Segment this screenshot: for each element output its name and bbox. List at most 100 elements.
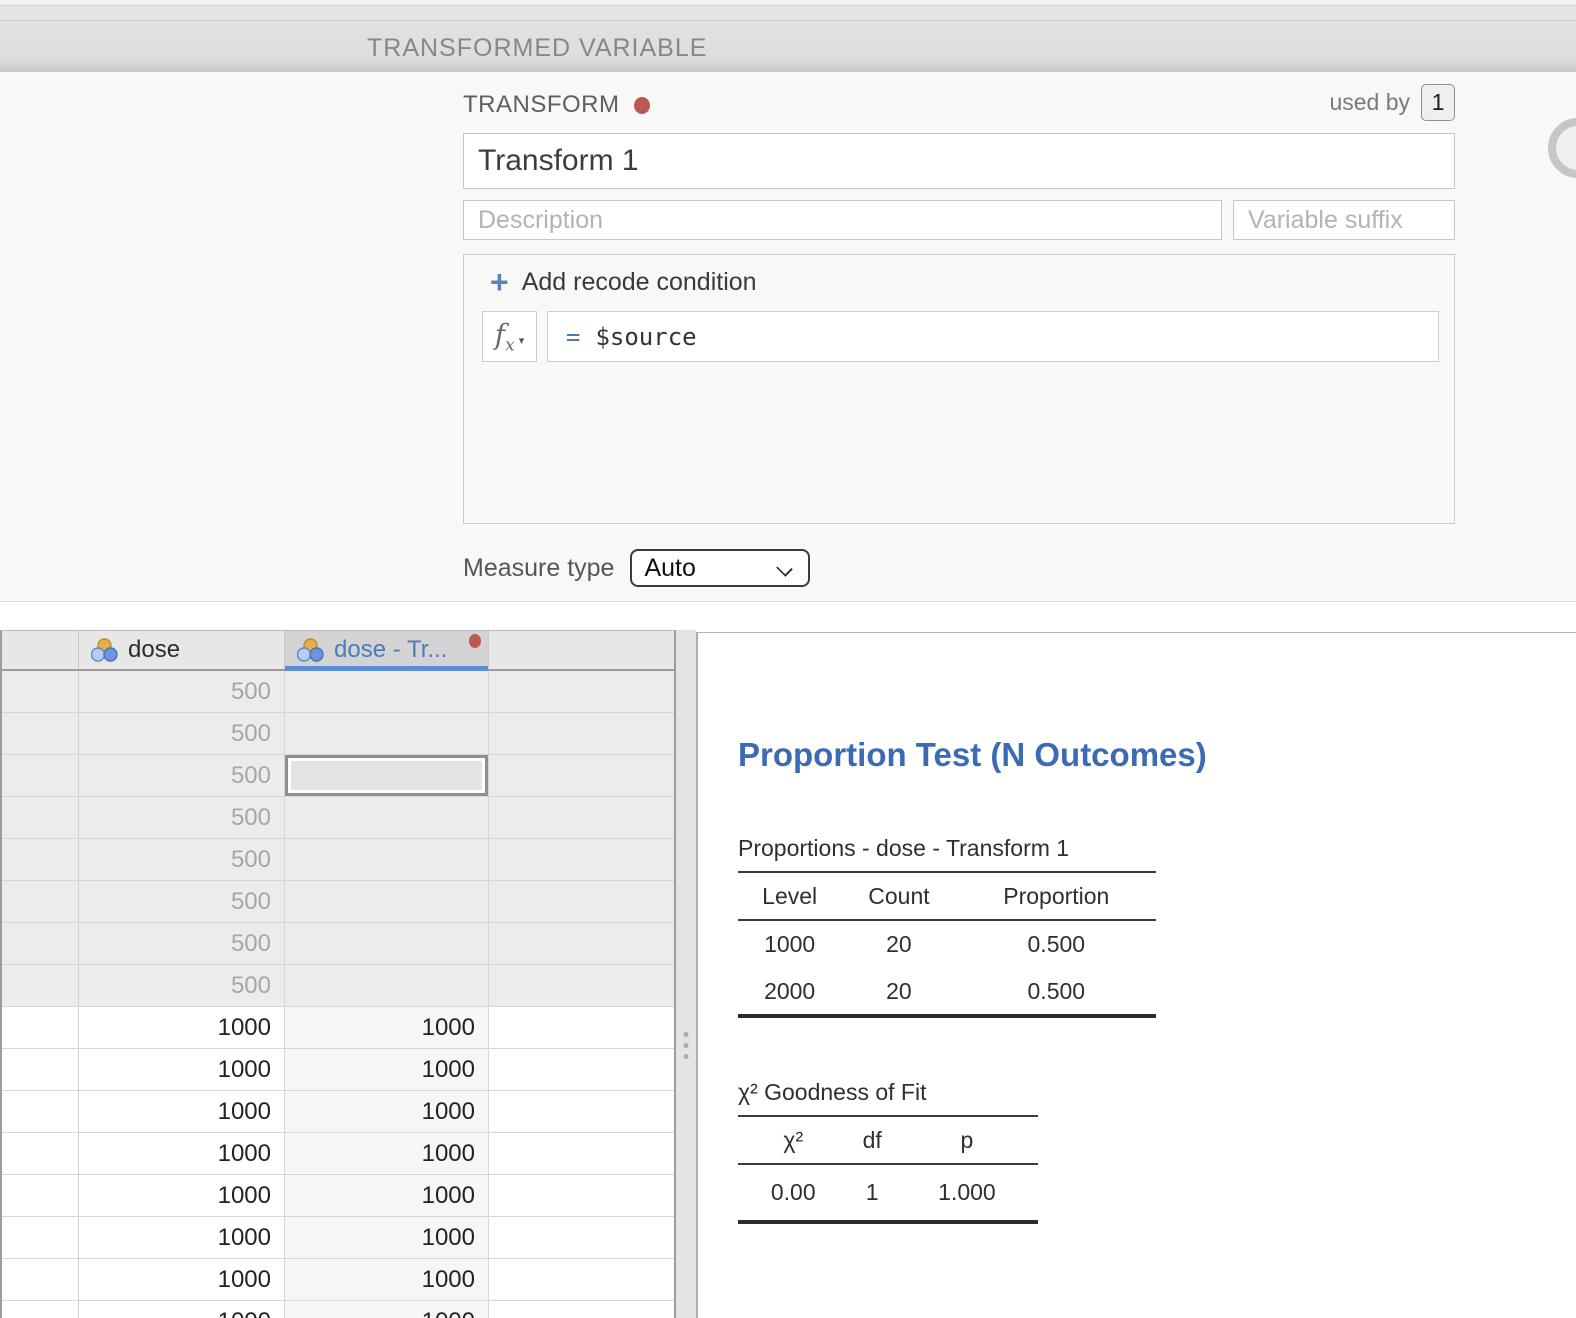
grid-cell-rownum[interactable] bbox=[2, 881, 79, 922]
grid-cell-rownum[interactable] bbox=[2, 1175, 79, 1216]
grid-cell-extra[interactable] bbox=[489, 1259, 674, 1300]
grid-cell-extra[interactable] bbox=[489, 1133, 674, 1174]
grid-cell-rownum[interactable] bbox=[2, 923, 79, 964]
grid-cell-extra[interactable] bbox=[489, 881, 674, 922]
grid-cell-extra[interactable] bbox=[489, 713, 674, 754]
grid-cell-dose[interactable]: 1000 bbox=[79, 1259, 285, 1300]
measure-type-label: Measure type bbox=[463, 554, 614, 583]
grid-cell-rownum[interactable] bbox=[2, 1301, 79, 1318]
measure-type-row: Measure type Auto bbox=[463, 549, 810, 587]
grid-cell-transform[interactable] bbox=[285, 881, 489, 922]
grid-cell-rownum[interactable] bbox=[2, 1091, 79, 1132]
grid-cell-extra[interactable] bbox=[489, 1301, 674, 1318]
grid-cell-transform[interactable] bbox=[285, 923, 489, 964]
transform-name-input[interactable] bbox=[463, 133, 1455, 189]
column-header-dose[interactable]: dose bbox=[79, 631, 285, 669]
grid-cell-dose[interactable]: 1000 bbox=[79, 1175, 285, 1216]
grid-cell-extra[interactable] bbox=[489, 923, 674, 964]
grid-cell-dose[interactable]: 1000 bbox=[79, 1133, 285, 1174]
grid-cell-extra[interactable] bbox=[489, 797, 674, 838]
grid-cell-dose[interactable]: 500 bbox=[79, 923, 285, 964]
fx-dropdown-button[interactable]: fx▾ bbox=[482, 311, 537, 362]
grid-cell-rownum[interactable] bbox=[2, 1217, 79, 1258]
grid-cell-transform[interactable] bbox=[285, 713, 489, 754]
grid-cell-dose[interactable]: 500 bbox=[79, 965, 285, 1006]
grid-cell-dose[interactable]: 1000 bbox=[79, 1049, 285, 1090]
workspace: dose dose - Tr... 5005005005005005005005… bbox=[0, 602, 1576, 1318]
grid-cell-transform[interactable] bbox=[285, 671, 489, 712]
grid-cell-transform[interactable] bbox=[285, 755, 489, 796]
empty-column-header[interactable] bbox=[489, 631, 674, 669]
grid-cell-rownum[interactable] bbox=[2, 671, 79, 712]
grid-cell-extra[interactable] bbox=[489, 965, 674, 1006]
results-cell: 0.500 bbox=[957, 920, 1156, 968]
results-tables: Proportions - dose - Transform 1 LevelCou… bbox=[738, 835, 1576, 1224]
grid-cell-extra[interactable] bbox=[489, 1217, 674, 1258]
measure-type-value: Auto bbox=[644, 554, 695, 583]
grid-cell-transform[interactable]: 1000 bbox=[285, 1217, 489, 1258]
column-label: dose bbox=[128, 636, 180, 664]
grid-cell-transform[interactable]: 1000 bbox=[285, 1301, 489, 1318]
grid-cell-dose[interactable]: 500 bbox=[79, 839, 285, 880]
grid-cell-rownum[interactable] bbox=[2, 839, 79, 880]
grid-cell-rownum[interactable] bbox=[2, 755, 79, 796]
grid-cell-dose[interactable]: 1000 bbox=[79, 1007, 285, 1048]
add-recode-condition-label: Add recode condition bbox=[522, 268, 757, 297]
grid-cell-transform[interactable]: 1000 bbox=[285, 1007, 489, 1048]
grid-row: 10001000 bbox=[2, 1175, 674, 1217]
grid-cell-transform[interactable]: 1000 bbox=[285, 1175, 489, 1216]
column-header-dose-transform[interactable]: dose - Tr... bbox=[285, 631, 489, 669]
grid-cell-dose[interactable]: 500 bbox=[79, 713, 285, 754]
grid-row: 10001000 bbox=[2, 1259, 674, 1301]
grid-row: 500 bbox=[2, 881, 674, 923]
grid-cell-extra[interactable] bbox=[489, 1007, 674, 1048]
grid-cell-extra[interactable] bbox=[489, 1091, 674, 1132]
grid-row: 10001000 bbox=[2, 1049, 674, 1091]
used-by-count-badge[interactable]: 1 bbox=[1421, 84, 1455, 121]
grid-cell-transform[interactable]: 1000 bbox=[285, 1049, 489, 1090]
grid-cell-extra[interactable] bbox=[489, 839, 674, 880]
results-column-header: Count bbox=[841, 872, 956, 920]
grid-cell-transform[interactable]: 1000 bbox=[285, 1259, 489, 1300]
grid-cell-rownum[interactable] bbox=[2, 797, 79, 838]
grid-cell-dose[interactable]: 1000 bbox=[79, 1301, 285, 1318]
grid-cell-rownum[interactable] bbox=[2, 1049, 79, 1090]
transform-section-label: TRANSFORM bbox=[463, 91, 620, 119]
measure-type-select[interactable]: Auto bbox=[630, 549, 810, 587]
grid-cell-rownum[interactable] bbox=[2, 965, 79, 1006]
grid-cell-dose[interactable]: 500 bbox=[79, 755, 285, 796]
results-table-caption: Proportions - dose - Transform 1 bbox=[738, 835, 1576, 862]
grid-cell-dose[interactable]: 500 bbox=[79, 671, 285, 712]
grid-cell-dose[interactable]: 1000 bbox=[79, 1091, 285, 1132]
grid-cell-transform[interactable] bbox=[285, 839, 489, 880]
results-column-header: Level bbox=[738, 872, 841, 920]
formula-input[interactable]: = $source bbox=[547, 311, 1439, 362]
grid-cell-transform[interactable] bbox=[285, 965, 489, 1006]
selected-column-underline bbox=[285, 666, 488, 671]
row-number-header[interactable] bbox=[2, 631, 79, 669]
grid-cell-rownum[interactable] bbox=[2, 713, 79, 754]
grid-cell-transform[interactable] bbox=[285, 797, 489, 838]
collapse-handle-icon[interactable] bbox=[1548, 118, 1576, 178]
results-cell: 1000 bbox=[738, 920, 841, 968]
grid-cell-rownum[interactable] bbox=[2, 1133, 79, 1174]
panel-splitter[interactable] bbox=[676, 630, 696, 1318]
grid-cell-extra[interactable] bbox=[489, 755, 674, 796]
grid-cell-extra[interactable] bbox=[489, 671, 674, 712]
grid-cell-extra[interactable] bbox=[489, 1049, 674, 1090]
grid-cell-transform[interactable]: 1000 bbox=[285, 1133, 489, 1174]
grid-cell-rownum[interactable] bbox=[2, 1007, 79, 1048]
add-recode-condition-button[interactable]: + Add recode condition bbox=[490, 267, 757, 297]
results-cell: 0.500 bbox=[957, 968, 1156, 1016]
grid-cell-dose[interactable]: 500 bbox=[79, 881, 285, 922]
grid-cell-dose[interactable]: 1000 bbox=[79, 1217, 285, 1258]
grid-cell-extra[interactable] bbox=[489, 1175, 674, 1216]
results-table: Proportions - dose - Transform 1 LevelCou… bbox=[738, 835, 1576, 1018]
grid-cell-transform[interactable]: 1000 bbox=[285, 1091, 489, 1132]
fx-icon: fx▾ bbox=[495, 318, 525, 356]
grid-cell-dose[interactable]: 500 bbox=[79, 797, 285, 838]
variable-suffix-input[interactable] bbox=[1233, 200, 1455, 240]
description-input[interactable] bbox=[463, 200, 1222, 240]
grid-cell-rownum[interactable] bbox=[2, 1259, 79, 1300]
results-row: 2000200.500 bbox=[738, 968, 1156, 1016]
